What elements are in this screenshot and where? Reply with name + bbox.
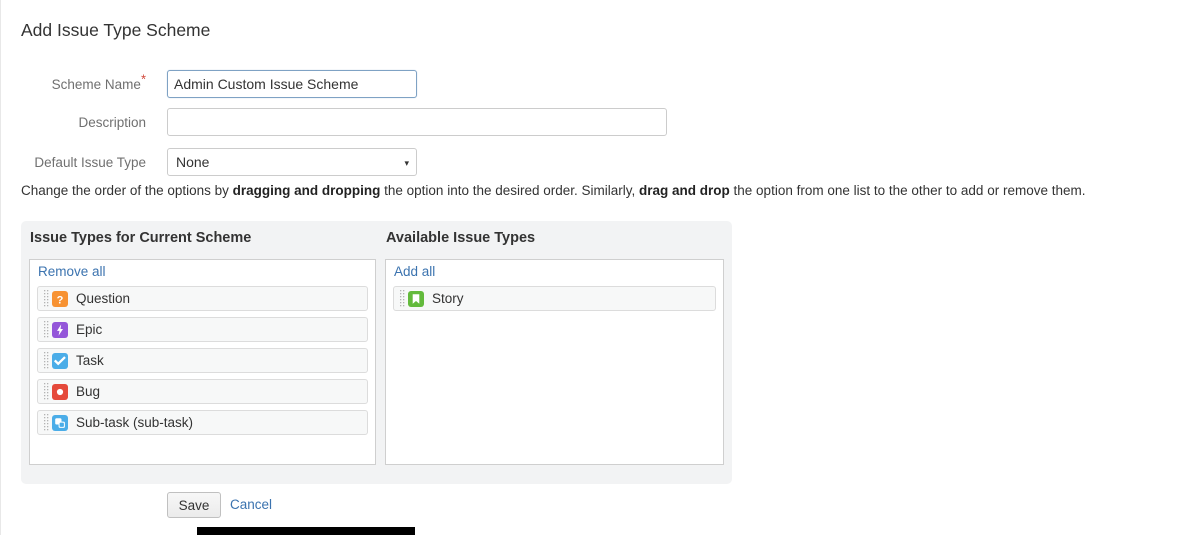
task-icon xyxy=(52,352,68,369)
default-issue-type-value: None xyxy=(176,154,210,170)
available-types-panel: Available Issue Types Add all Story xyxy=(385,221,730,484)
drag-handle-icon[interactable] xyxy=(397,290,407,307)
save-button[interactable]: Save xyxy=(167,492,221,518)
instructions-part-3: the option from one list to the other to… xyxy=(729,183,1086,198)
instructions-part-1: Change the order of the options by xyxy=(21,183,233,198)
instructions-bold-2: drag and drop xyxy=(639,183,730,198)
list-item-label: Sub-task (sub-task) xyxy=(76,415,194,430)
story-icon xyxy=(408,290,424,307)
list-item-label: Question xyxy=(76,291,131,306)
drag-handle-icon[interactable] xyxy=(41,383,51,400)
list-item[interactable]: ? Question xyxy=(37,286,368,311)
available-types-item-list: Story xyxy=(393,286,716,317)
drag-handle-icon[interactable] xyxy=(41,290,51,307)
description-label: Description xyxy=(78,115,146,130)
add-issue-type-scheme-page: Add Issue Type Scheme Scheme Name* Descr… xyxy=(0,0,1178,535)
scheme-name-label: Scheme Name* xyxy=(51,71,146,93)
current-scheme-panel: Issue Types for Current Scheme Remove al… xyxy=(29,221,384,484)
drag-handle-icon[interactable] xyxy=(41,352,51,369)
description-input[interactable] xyxy=(167,108,667,136)
list-item[interactable]: Task xyxy=(37,348,368,373)
list-item[interactable]: Story xyxy=(393,286,716,311)
remove-all-link[interactable]: Remove all xyxy=(38,264,106,279)
list-item[interactable]: Epic xyxy=(37,317,368,342)
page-title: Add Issue Type Scheme xyxy=(21,19,211,40)
cancel-link[interactable]: Cancel xyxy=(230,492,272,518)
instructions-bold-1: dragging and dropping xyxy=(232,183,381,198)
required-marker: * xyxy=(140,71,146,87)
current-scheme-heading: Issue Types for Current Scheme xyxy=(30,230,252,246)
default-issue-type-select[interactable]: None ▾ xyxy=(167,148,417,176)
list-item[interactable]: Sub-task (sub-task) xyxy=(37,410,368,435)
list-item[interactable]: Bug xyxy=(37,379,368,404)
list-item-label: Story xyxy=(432,291,464,306)
bottom-overlay-strip xyxy=(197,527,415,535)
dual-list-container: Issue Types for Current Scheme Remove al… xyxy=(21,221,732,484)
question-icon: ? xyxy=(52,290,68,307)
scheme-name-input[interactable] xyxy=(167,70,417,98)
available-types-heading: Available Issue Types xyxy=(386,230,536,246)
available-types-dropzone[interactable]: Add all Story xyxy=(385,259,724,465)
list-item-label: Epic xyxy=(76,322,103,337)
default-issue-type-label: Default Issue Type xyxy=(34,155,146,170)
drag-handle-icon[interactable] xyxy=(41,414,51,431)
list-item-label: Bug xyxy=(76,384,101,399)
add-all-link[interactable]: Add all xyxy=(394,264,435,279)
chevron-down-icon: ▾ xyxy=(404,158,409,168)
reorder-instructions: Change the order of the options by dragg… xyxy=(21,183,1085,198)
subtask-icon xyxy=(52,414,68,431)
drag-handle-icon[interactable] xyxy=(41,321,51,338)
svg-text:?: ? xyxy=(57,294,64,306)
current-scheme-item-list: ? Question Epic Task Bug Sub-task (sub-task) xyxy=(37,286,368,441)
bug-icon xyxy=(52,383,68,400)
instructions-part-2: the option into the desired order. Simil… xyxy=(380,183,640,198)
current-scheme-dropzone[interactable]: Remove all ? Question Epic Task Bug Sub-task … xyxy=(29,259,376,465)
list-item-label: Task xyxy=(76,353,104,368)
epic-icon xyxy=(52,321,68,338)
